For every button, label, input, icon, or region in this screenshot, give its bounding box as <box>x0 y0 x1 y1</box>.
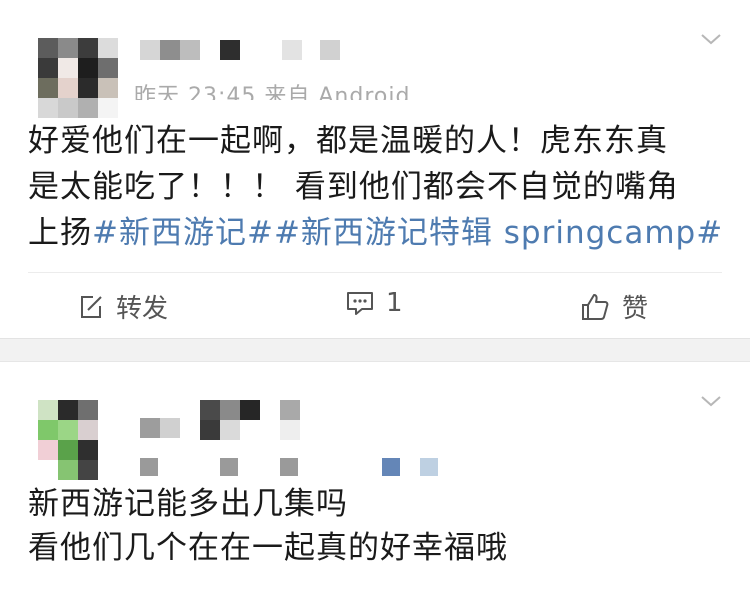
comment-button[interactable]: 1 <box>346 288 403 318</box>
divider <box>28 272 722 273</box>
post-content: 新西游记能多出几集吗 看他们几个在在一起真的好幸福哦 <box>28 482 508 570</box>
post-meta: 昨天 23:45 来自 Android <box>134 72 454 100</box>
hashtag-link[interactable]: #新西游记特辑 springcamp# <box>274 215 723 251</box>
like-label: 赞 <box>622 294 649 324</box>
comment-count: 1 <box>386 288 403 318</box>
post-meta-text: 昨天 23:45 来自 Android <box>134 84 411 100</box>
post-content: 好爱他们在一起啊，都是温暖的人！虎东东真 是太能吃了！！！ 看到他们都会不自觉的… <box>28 118 723 256</box>
like-button[interactable]: 赞 <box>580 288 648 325</box>
repost-label: 转发 <box>116 294 169 324</box>
repost-icon <box>81 295 102 318</box>
avatar[interactable] <box>38 38 118 118</box>
repost-button[interactable]: 转发 <box>78 288 168 325</box>
post-text-line: 新西游记能多出几集吗 <box>28 486 348 522</box>
post-text-fragment: 上扬 <box>28 215 92 251</box>
hashtag-link[interactable]: #新西游记# <box>92 215 274 251</box>
post-text-line: 看他们几个在在一起真的好幸福哦 <box>28 530 508 566</box>
comment-icon <box>347 292 373 315</box>
like-icon <box>582 293 609 320</box>
chevron-down-icon[interactable] <box>700 390 722 412</box>
post-text-line: 上扬#新西游记##新西游记特辑 springcamp# <box>28 210 723 256</box>
post-text-line: 好爱他们在一起啊，都是温暖的人！虎东东真 <box>28 123 668 159</box>
post-text-line: 是太能吃了！！！ 看到他们都会不自觉的嘴角 <box>28 169 679 205</box>
avatar[interactable] <box>38 400 118 480</box>
post-separator <box>0 338 750 362</box>
weibo-post: 昨天 23:45 来自 Android 好爱他们在一起啊，都是温暖的人！虎东东真… <box>0 0 750 338</box>
weibo-post: 新西游记能多出几集吗 看他们几个在在一起真的好幸福哦 <box>0 362 750 594</box>
chevron-down-icon[interactable] <box>700 28 722 50</box>
